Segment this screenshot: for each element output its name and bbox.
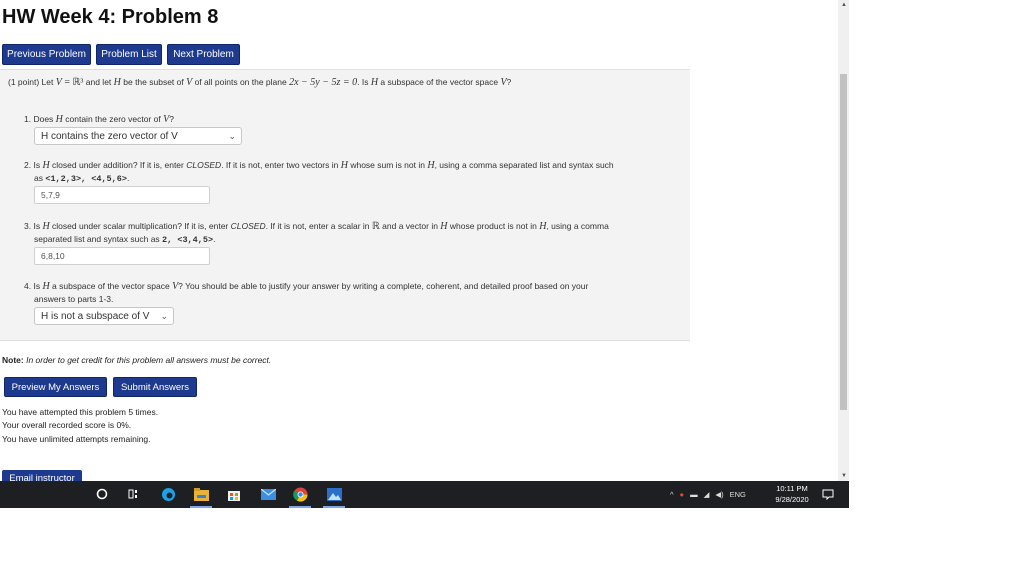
vertical-scrollbar[interactable]: ▲ ▼ — [838, 0, 849, 481]
clock-time: 10:11 PM — [776, 484, 808, 493]
previous-problem-button[interactable]: Previous Problem — [2, 44, 91, 65]
problem-statement: (1 point) Let V = ℝ³ and let H be the su… — [8, 77, 512, 88]
question-4-text: 4. Is H a subspace of the vector space V… — [24, 281, 589, 304]
question-1-select[interactable]: H contains the zero vector of V ⌄ — [34, 127, 242, 145]
show-hidden-icons-icon[interactable]: ^ — [670, 490, 674, 499]
taskbar-clock[interactable]: 10:11 PM 9/28/2020 — [770, 483, 814, 505]
question-2-text: 2. Is H closed under addition? If it is,… — [24, 160, 614, 184]
notifications-icon[interactable] — [820, 486, 836, 502]
photos-active-indicator — [323, 506, 345, 508]
task-view-icon[interactable] — [126, 486, 142, 502]
system-tray: ^ ● ▬ ◢ ◀) ENG — [670, 481, 746, 508]
wifi-icon[interactable]: ◢ — [704, 490, 710, 499]
browser-viewport: HW Week 4: Problem 8 Previous Problem Pr… — [0, 0, 849, 508]
chrome-active-indicator — [289, 506, 311, 508]
windows-taskbar: ^ ● ▬ ◢ ◀) ENG 10:11 PM 9/28/2020 — [0, 481, 849, 508]
question-3-text: 3. Is H closed under scalar multiplicati… — [24, 221, 609, 245]
file-explorer-icon[interactable] — [193, 486, 209, 502]
problem-list-button[interactable]: Problem List — [96, 44, 162, 65]
battery-icon[interactable]: ▬ — [690, 490, 698, 499]
mail-envelope-icon[interactable] — [260, 486, 276, 502]
credit-note: Note: In order to get credit for this pr… — [2, 355, 272, 365]
language-indicator[interactable]: ENG — [730, 490, 746, 499]
search-circle-icon[interactable] — [94, 486, 110, 502]
next-problem-button[interactable]: Next Problem — [167, 44, 240, 65]
chevron-down-icon: ⌄ — [228, 131, 236, 141]
attempts-remaining: You have unlimited attempts remaining. — [2, 434, 151, 444]
question-1-text: 1. Does H contain the zero vector of V? — [24, 114, 174, 125]
scroll-up-arrow-icon[interactable]: ▲ — [841, 2, 847, 8]
page-title: HW Week 4: Problem 8 — [2, 6, 219, 28]
store-bag-icon[interactable] — [226, 486, 242, 502]
question-3-answer-input[interactable]: 6,8,10 — [34, 247, 210, 265]
scrollbar-thumb[interactable] — [840, 74, 847, 410]
attempts-count: You have attempted this problem 5 times. — [2, 407, 159, 417]
page-content: HW Week 4: Problem 8 Previous Problem Pr… — [0, 0, 838, 481]
question-2-answer-input[interactable]: 5,7,9 — [34, 186, 210, 204]
security-icon[interactable]: ● — [680, 490, 685, 499]
question-1-selected-value: H contains the zero vector of V — [41, 130, 178, 142]
recorded-score: Your overall recorded score is 0%. — [2, 420, 132, 430]
question-4-select[interactable]: H is not a subspace of V ⌄ — [34, 307, 174, 325]
problem-panel: (1 point) Let V = ℝ³ and let H be the su… — [0, 69, 690, 341]
edge-browser-icon[interactable] — [160, 486, 176, 502]
submit-answers-button[interactable]: Submit Answers — [113, 377, 197, 397]
preview-answers-button[interactable]: Preview My Answers — [4, 377, 107, 397]
clock-date: 9/28/2020 — [775, 495, 809, 504]
photos-icon[interactable] — [326, 486, 342, 502]
email-instructor-button[interactable]: Email instructor — [2, 470, 82, 481]
chrome-browser-icon[interactable] — [292, 486, 308, 502]
scroll-down-arrow-icon[interactable]: ▼ — [841, 473, 847, 479]
chevron-down-icon: ⌄ — [160, 311, 168, 321]
question-4-selected-value: H is not a subspace of V — [41, 310, 150, 322]
file-explorer-active-indicator — [190, 506, 212, 508]
volume-icon[interactable]: ◀) — [715, 490, 723, 499]
